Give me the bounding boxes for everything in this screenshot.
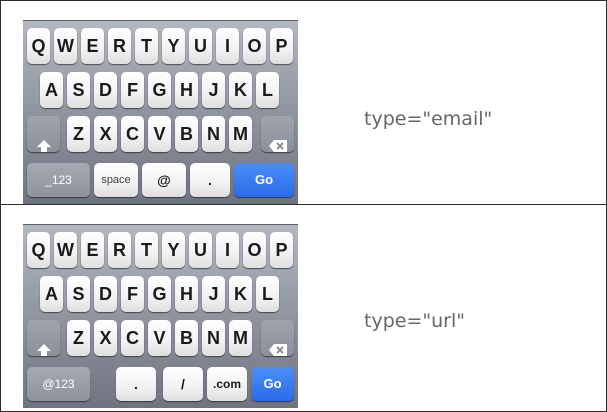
key-i[interactable]: I bbox=[216, 232, 239, 268]
dot-key[interactable]: . bbox=[190, 163, 230, 197]
key-l[interactable]: L bbox=[256, 72, 279, 108]
url-type-caption: type="url" bbox=[364, 310, 465, 332]
key-k[interactable]: K bbox=[229, 276, 252, 312]
at-key[interactable]: @ bbox=[142, 163, 186, 197]
shift-key[interactable] bbox=[27, 116, 60, 152]
key-n[interactable]: N bbox=[202, 320, 225, 356]
key-i[interactable]: I bbox=[216, 28, 239, 64]
key-d[interactable]: D bbox=[94, 276, 117, 312]
key-w[interactable]: W bbox=[54, 232, 77, 268]
key-e[interactable]: E bbox=[81, 232, 104, 268]
key-c[interactable]: C bbox=[121, 320, 144, 356]
key-a[interactable]: A bbox=[40, 276, 63, 312]
key-m[interactable]: M bbox=[229, 320, 252, 356]
space-key[interactable]: space bbox=[94, 163, 138, 197]
key-j[interactable]: J bbox=[202, 72, 225, 108]
keyboard-bottom-row: _123 space @ . Go bbox=[23, 163, 298, 203]
key-y[interactable]: Y bbox=[162, 232, 185, 268]
key-b[interactable]: B bbox=[175, 320, 198, 356]
key-t[interactable]: T bbox=[135, 232, 158, 268]
key-x[interactable]: X bbox=[94, 320, 117, 356]
email-type-caption: type="email" bbox=[364, 108, 493, 130]
url-keyboard: Q W E R T Y U I O P A S D F G H J K L Z … bbox=[23, 224, 298, 408]
key-t[interactable]: T bbox=[135, 28, 158, 64]
keyboard-row-3: Z X C V B N M bbox=[23, 116, 298, 152]
key-a[interactable]: A bbox=[40, 72, 63, 108]
key-b[interactable]: B bbox=[175, 116, 198, 152]
key-m[interactable]: M bbox=[229, 116, 252, 152]
key-r[interactable]: R bbox=[108, 28, 131, 64]
go-button[interactable]: Go bbox=[234, 163, 294, 197]
delete-key[interactable] bbox=[261, 116, 294, 152]
key-f[interactable]: F bbox=[121, 72, 144, 108]
key-j[interactable]: J bbox=[202, 276, 225, 312]
key-s[interactable]: S bbox=[67, 72, 90, 108]
key-g[interactable]: G bbox=[148, 276, 171, 312]
key-y[interactable]: Y bbox=[162, 28, 185, 64]
key-e[interactable]: E bbox=[81, 28, 104, 64]
key-p[interactable]: P bbox=[270, 232, 293, 268]
keyboard-row-3: Z X C V B N M bbox=[23, 320, 298, 356]
section-divider bbox=[1, 204, 606, 205]
shift-key[interactable] bbox=[27, 320, 60, 356]
key-q[interactable]: Q bbox=[27, 28, 50, 64]
keyboard-row-1: Q W E R T Y U I O P bbox=[23, 232, 298, 268]
figure-frame: Q W E R T Y U I O P A S D F G H J K L Z … bbox=[0, 0, 607, 412]
key-o[interactable]: O bbox=[243, 232, 266, 268]
go-button[interactable]: Go bbox=[251, 367, 294, 401]
numbers-key[interactable]: @123 bbox=[27, 367, 90, 401]
key-u[interactable]: U bbox=[189, 28, 212, 64]
keyboard-row-1: Q W E R T Y U I O P bbox=[23, 28, 298, 64]
key-h[interactable]: H bbox=[175, 276, 198, 312]
key-u[interactable]: U bbox=[189, 232, 212, 268]
dotcom-key[interactable]: .com bbox=[207, 367, 247, 401]
key-q[interactable]: Q bbox=[27, 232, 50, 268]
key-o[interactable]: O bbox=[243, 28, 266, 64]
key-p[interactable]: P bbox=[270, 28, 293, 64]
keyboard-row-2: A S D F G H J K L bbox=[23, 276, 298, 312]
key-d[interactable]: D bbox=[94, 72, 117, 108]
delete-backspace-icon bbox=[268, 140, 287, 152]
shift-arrow-icon bbox=[36, 344, 51, 356]
keyboard-row-2: A S D F G H J K L bbox=[23, 72, 298, 108]
key-s[interactable]: S bbox=[67, 276, 90, 312]
dot-key[interactable]: . bbox=[116, 367, 156, 401]
key-h[interactable]: H bbox=[175, 72, 198, 108]
key-f[interactable]: F bbox=[121, 276, 144, 312]
key-k[interactable]: K bbox=[229, 72, 252, 108]
key-l[interactable]: L bbox=[256, 276, 279, 312]
key-g[interactable]: G bbox=[148, 72, 171, 108]
slash-key[interactable]: / bbox=[163, 367, 203, 401]
shift-arrow-icon bbox=[36, 140, 51, 152]
key-z[interactable]: Z bbox=[67, 116, 90, 152]
delete-backspace-icon bbox=[268, 344, 287, 356]
keyboard-bottom-row: @123 . / .com Go bbox=[23, 367, 298, 407]
key-n[interactable]: N bbox=[202, 116, 225, 152]
email-keyboard: Q W E R T Y U I O P A S D F G H J K L Z … bbox=[23, 20, 298, 204]
key-z[interactable]: Z bbox=[67, 320, 90, 356]
key-r[interactable]: R bbox=[108, 232, 131, 268]
key-w[interactable]: W bbox=[54, 28, 77, 64]
key-x[interactable]: X bbox=[94, 116, 117, 152]
key-v[interactable]: V bbox=[148, 320, 171, 356]
key-v[interactable]: V bbox=[148, 116, 171, 152]
key-c[interactable]: C bbox=[121, 116, 144, 152]
delete-key[interactable] bbox=[261, 320, 294, 356]
numbers-key[interactable]: _123 bbox=[27, 163, 90, 197]
